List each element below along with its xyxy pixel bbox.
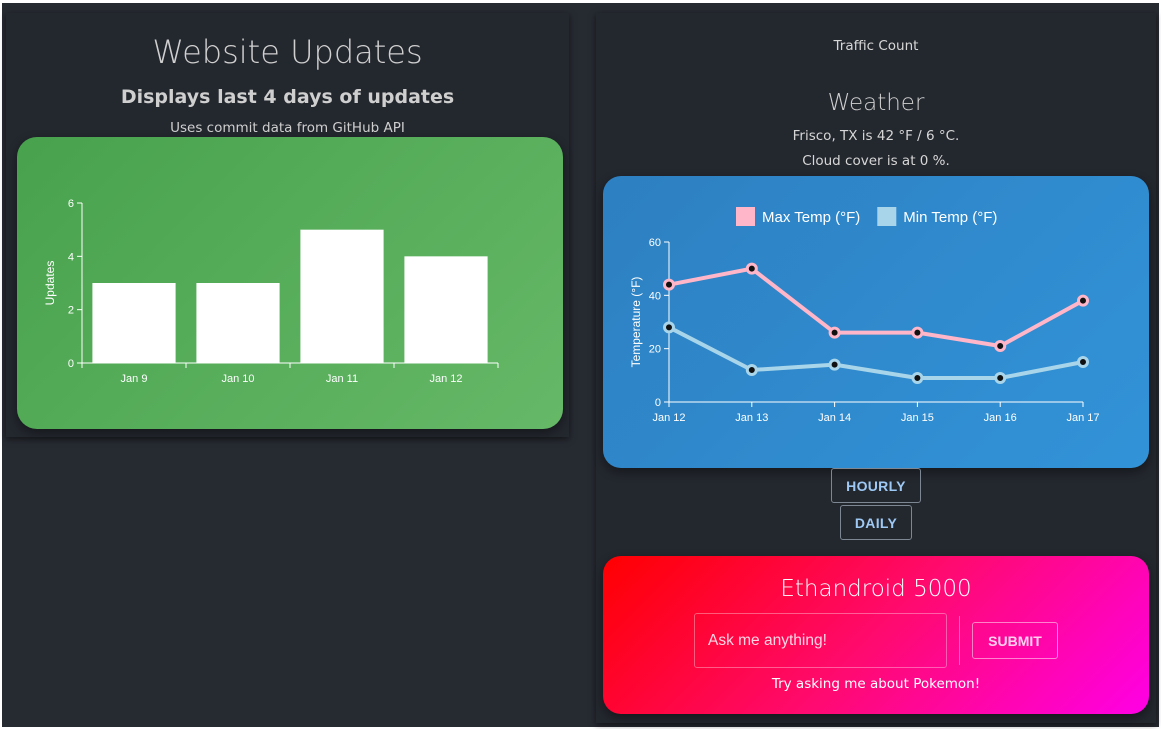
y-tick-label: 40 [649, 290, 661, 302]
y-tick-label: 4 [68, 251, 74, 263]
submit-button[interactable]: SUBMIT [972, 622, 1058, 659]
data-point [1077, 356, 1089, 368]
weather-line-chart: Max Temp (°F) Min Temp (°F) 0 20 40 60 Jan 12 J… [629, 207, 1100, 424]
weather-title: Weather [827, 90, 925, 116]
series-line [668, 266, 1084, 349]
updates-subtitle: Displays last 4 days of updates [120, 86, 455, 108]
data-point [663, 278, 675, 291]
updates-bar-chart: 0 2 4 6 Jan 9 Jan 10 Jan 11 Jan 12 Updates [43, 198, 499, 385]
data-point [745, 364, 758, 376]
website-updates-panel: Website Updates Displays last 4 days of … [6, 13, 569, 437]
chatbot-title: Ethandroid 5000 [780, 576, 972, 602]
weather-chart-card: Max Temp (°F) Min Temp (°F) 0 20 40 60 Jan 12 J… [603, 176, 1149, 468]
y-tick-label: 0 [68, 358, 74, 370]
y-tick-label: 6 [68, 198, 74, 210]
data-point [745, 262, 758, 275]
traffic-count-title: Traffic Count [833, 38, 919, 54]
weather-cloud-cover: Cloud cover is at 0 %. [802, 153, 950, 169]
y-axis-label: Temperature (°F) [629, 277, 643, 368]
x-tick-label: Jan 13 [735, 412, 768, 424]
data-point [1077, 294, 1089, 307]
data-point [994, 340, 1007, 352]
y-tick-label: 2 [68, 305, 74, 317]
x-tick-label: Jan 12 [652, 412, 685, 424]
y-tick-label: 60 [649, 237, 661, 249]
bar [196, 283, 280, 363]
daily-button[interactable]: DAILY [840, 505, 912, 540]
data-point [911, 372, 924, 384]
bar [404, 256, 488, 363]
y-tick-label: 0 [655, 397, 661, 409]
data-point [828, 358, 841, 371]
x-tick-label: Jan 12 [429, 373, 462, 385]
updates-chart-card: 0 2 4 6 Jan 9 Jan 10 Jan 11 Jan 12 Updates [17, 137, 563, 429]
y-tick-label: 20 [649, 344, 661, 356]
x-tick-label: Jan 14 [818, 412, 851, 424]
updates-note: Uses commit data from GitHub API [170, 120, 405, 136]
bar [92, 283, 176, 363]
data-point [828, 326, 841, 339]
dashboard-page: Website Updates Displays last 4 days of … [2, 3, 1159, 727]
x-tick-label: Jan 16 [984, 412, 1017, 424]
updates-title: Website Updates [152, 33, 423, 71]
legend-label: Max Temp (°F) [762, 209, 860, 226]
legend-swatch [736, 207, 755, 226]
x-tick-label: Jan 10 [221, 373, 254, 385]
data-point [911, 326, 924, 339]
y-axis-label: Updates [43, 261, 57, 306]
x-tick-label: Jan 17 [1066, 412, 1099, 424]
x-tick-label: Jan 15 [901, 412, 934, 424]
weather-current-temp: Frisco, TX is 42 °F / 6 °C. [792, 128, 960, 144]
bar [300, 229, 384, 363]
chat-divider [959, 616, 960, 665]
right-panel: Traffic Count Weather Frisco, TX is 42 °… [596, 13, 1156, 723]
x-tick-label: Jan 9 [121, 373, 148, 385]
hourly-button[interactable]: HOURLY [831, 468, 921, 503]
chat-input[interactable] [694, 613, 947, 668]
data-point [663, 321, 675, 334]
chatbot-card: Ethandroid 5000 SUBMIT Try asking me abo… [603, 556, 1149, 714]
legend-label: Min Temp (°F) [903, 209, 997, 226]
x-tick-label: Jan 11 [326, 373, 358, 385]
chat-hint: Try asking me about Pokemon! [771, 676, 981, 692]
data-point [994, 372, 1007, 384]
legend-swatch [877, 207, 897, 226]
